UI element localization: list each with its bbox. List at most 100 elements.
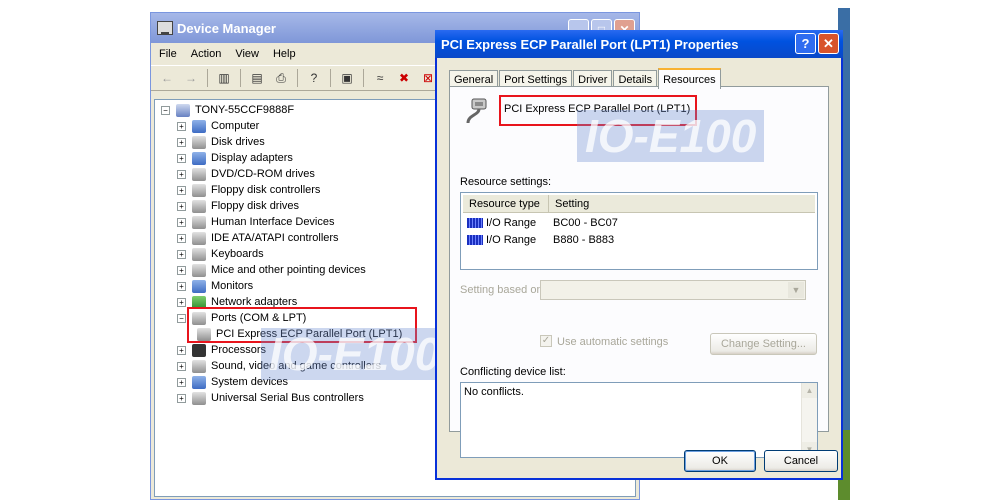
- toolbar-separator: [240, 69, 241, 87]
- print-icon[interactable]: ⎙: [271, 68, 291, 88]
- change-setting-button[interactable]: Change Setting...: [710, 333, 817, 355]
- resource-list[interactable]: Resource type Setting I/O Range BC00 - B…: [460, 192, 818, 270]
- expand-icon[interactable]: +: [177, 345, 186, 355]
- device-manager-icon: [157, 21, 173, 35]
- tree-category[interactable]: + IDE ATA/ATAPI controllers: [177, 230, 339, 246]
- expand-icon[interactable]: +: [177, 281, 186, 291]
- tree-category[interactable]: + Human Interface Devices: [177, 214, 335, 230]
- expand-icon[interactable]: +: [177, 121, 186, 131]
- computer-icon: [192, 119, 206, 133]
- cancel-button[interactable]: Cancel: [764, 450, 838, 472]
- help-icon[interactable]: ?: [304, 68, 324, 88]
- tree-category[interactable]: + DVD/CD-ROM drives: [177, 166, 315, 182]
- scan-hardware-icon[interactable]: ▣: [337, 68, 357, 88]
- tree-item-label: Universal Serial Bus controllers: [211, 392, 364, 404]
- tree-item-label: Keyboards: [211, 248, 264, 260]
- forward-arrow-icon[interactable]: →: [181, 68, 201, 88]
- computer-root-icon: [176, 103, 190, 117]
- conflicts-text: No conflicts.: [464, 386, 524, 398]
- usb-icon: [192, 391, 206, 405]
- expand-icon[interactable]: +: [177, 233, 186, 243]
- expand-icon[interactable]: +: [177, 153, 186, 163]
- conflicting-device-list[interactable]: No conflicts. ▲ ▼: [460, 382, 818, 458]
- tree-category[interactable]: + Monitors: [177, 278, 253, 294]
- chevron-down-icon: ▼: [788, 282, 804, 298]
- tree-category[interactable]: + Processors: [177, 342, 266, 358]
- toolbar-separator: [363, 69, 364, 87]
- ok-button[interactable]: OK: [684, 450, 756, 472]
- mouse-icon: [192, 263, 206, 277]
- collapse-icon[interactable]: −: [177, 313, 186, 323]
- device-manager-title: Device Manager: [177, 20, 276, 36]
- tree-category[interactable]: + Disk drives: [177, 134, 265, 150]
- tree-item-label: IDE ATA/ATAPI controllers: [211, 232, 339, 244]
- watermark: IO-E100: [261, 328, 449, 380]
- dialog-close-button[interactable]: ✕: [818, 33, 839, 54]
- watermark: IO-E100: [577, 110, 765, 162]
- collapse-icon[interactable]: −: [161, 105, 170, 115]
- scroll-up-icon[interactable]: ▲: [802, 383, 817, 398]
- expand-icon[interactable]: +: [177, 217, 186, 227]
- column-header-setting[interactable]: Setting: [549, 195, 815, 213]
- expand-icon[interactable]: +: [177, 297, 186, 307]
- tree-category[interactable]: + Floppy disk drives: [177, 198, 299, 214]
- uninstall-icon[interactable]: ✖: [394, 68, 414, 88]
- expand-icon[interactable]: +: [177, 265, 186, 275]
- tree-category[interactable]: + Floppy disk controllers: [177, 182, 320, 198]
- show-hide-tree-icon[interactable]: ▥: [214, 68, 234, 88]
- floppy-controller-icon: [192, 183, 206, 197]
- menu-file[interactable]: File: [159, 48, 177, 60]
- back-arrow-icon[interactable]: ←: [157, 68, 177, 88]
- monitor-icon: [192, 279, 206, 293]
- table-row[interactable]: I/O Range: [467, 217, 536, 229]
- tree-category[interactable]: + Display adapters: [177, 150, 293, 166]
- expand-icon[interactable]: +: [177, 377, 186, 387]
- hid-icon: [192, 215, 206, 229]
- tree-category[interactable]: + Computer: [177, 118, 259, 134]
- column-header-resource-type[interactable]: Resource type: [463, 195, 549, 213]
- parallel-port-icon: [466, 98, 487, 124]
- tree-root-label: TONY-55CCF9888F: [195, 104, 295, 116]
- menu-view[interactable]: View: [235, 48, 259, 60]
- setting-based-on-label: Setting based on:: [460, 284, 546, 296]
- expand-icon[interactable]: +: [177, 249, 186, 259]
- tree-item-label: Mice and other pointing devices: [211, 264, 366, 276]
- tree-item-label: Floppy disk drives: [211, 200, 300, 212]
- tree-item-label: Floppy disk controllers: [211, 184, 321, 196]
- processor-icon: [192, 343, 206, 357]
- toolbar-separator: [207, 69, 208, 87]
- update-driver-icon[interactable]: ≈: [370, 68, 390, 88]
- ide-controller-icon: [192, 231, 206, 245]
- expand-icon[interactable]: +: [177, 137, 186, 147]
- dialog-titlebar[interactable]: PCI Express ECP Parallel Port (LPT1) Pro…: [435, 30, 843, 58]
- expand-icon[interactable]: +: [177, 361, 186, 371]
- sound-icon: [192, 359, 206, 373]
- tree-root[interactable]: − TONY-55CCF9888F: [161, 102, 294, 118]
- tree-category[interactable]: + Universal Serial Bus controllers: [177, 390, 364, 406]
- properties-icon[interactable]: ▤: [247, 68, 267, 88]
- use-automatic-label: Use automatic settings: [557, 336, 669, 348]
- resource-settings-label: Resource settings:: [460, 176, 552, 188]
- expand-icon[interactable]: +: [177, 169, 186, 179]
- tree-category[interactable]: + Keyboards: [177, 246, 264, 262]
- use-automatic-checkbox[interactable]: ✓: [540, 335, 552, 347]
- table-row[interactable]: I/O Range: [467, 234, 536, 246]
- menu-action[interactable]: Action: [191, 48, 222, 60]
- expand-icon[interactable]: +: [177, 393, 186, 403]
- menu-help[interactable]: Help: [273, 48, 296, 60]
- resource-type-cell: I/O Range: [486, 234, 537, 246]
- tab-resources[interactable]: Resources: [658, 68, 721, 89]
- memory-range-icon: [467, 218, 483, 229]
- resource-setting-cell: BC00 - BC07: [553, 217, 618, 229]
- toolbar-separator: [330, 69, 331, 87]
- expand-icon[interactable]: +: [177, 185, 186, 195]
- conflicting-device-label: Conflicting device list:: [460, 366, 566, 378]
- expand-icon[interactable]: +: [177, 201, 186, 211]
- tree-item-label: Computer: [211, 120, 260, 132]
- tree-category[interactable]: + Mice and other pointing devices: [177, 262, 366, 278]
- setting-based-on-select[interactable]: ▼: [540, 280, 806, 300]
- dialog-help-button[interactable]: ?: [795, 33, 816, 54]
- memory-range-icon: [467, 235, 483, 246]
- floppy-drive-icon: [192, 199, 206, 213]
- scrollbar[interactable]: ▲ ▼: [801, 383, 817, 457]
